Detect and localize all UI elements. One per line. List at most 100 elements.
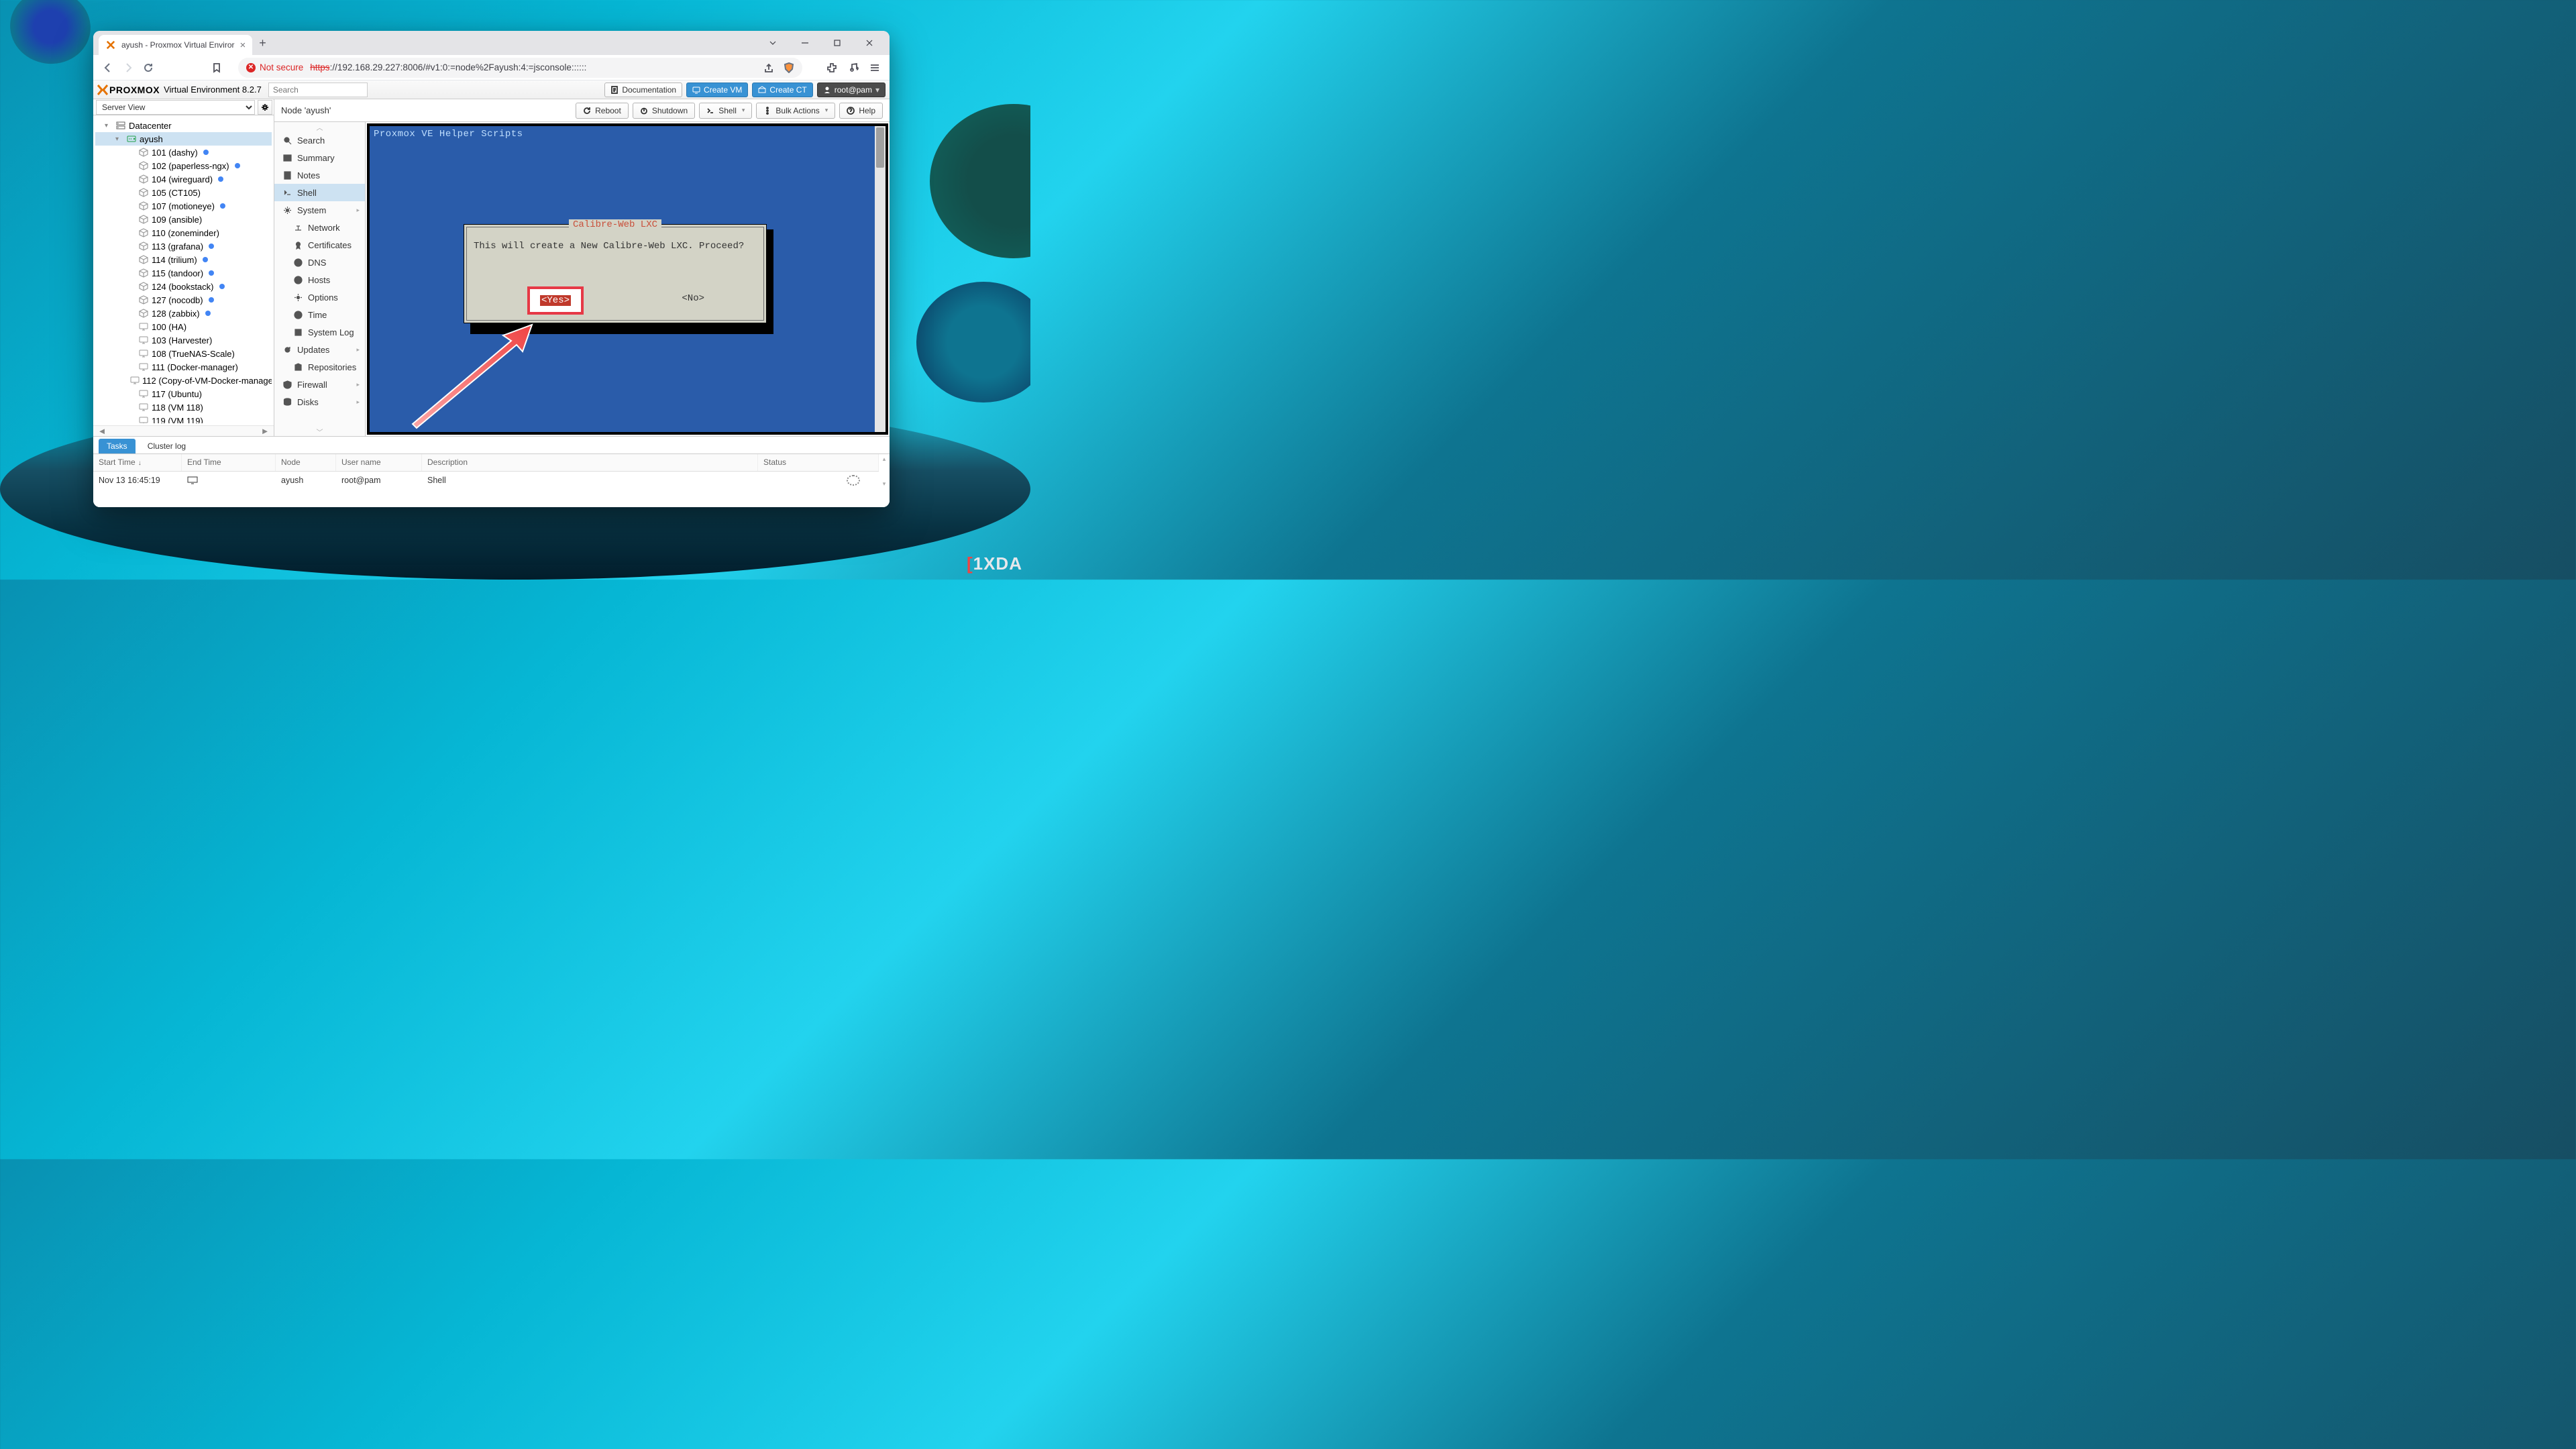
col-user[interactable]: User name xyxy=(336,454,422,471)
menu-shell[interactable]: Shell xyxy=(274,184,365,201)
tab-close-icon[interactable]: × xyxy=(240,40,246,51)
menu-repos[interactable]: Repositories xyxy=(274,358,365,376)
running-dot-icon xyxy=(203,257,208,262)
menu-certificates[interactable]: Certificates xyxy=(274,236,365,254)
menu-dns[interactable]: DNS xyxy=(274,254,365,271)
reboot-button[interactable]: Reboot xyxy=(576,103,629,119)
col-description[interactable]: Description xyxy=(422,454,758,471)
not-secure-badge[interactable]: ✕ Not secure xyxy=(246,62,303,72)
lxc-icon xyxy=(138,254,149,265)
proxmox-logo[interactable]: PROXMOX Virtual Environment 8.2.7 xyxy=(97,85,262,95)
tree-item[interactable]: 108 (TrueNAS-Scale) xyxy=(95,347,272,360)
col-start-time[interactable]: Start Time↓ xyxy=(93,454,182,471)
dialog-no-button[interactable]: <No> xyxy=(682,293,704,304)
view-select[interactable]: Server View xyxy=(96,100,255,115)
xda-watermark: [1XDA xyxy=(967,553,1022,574)
tab-cluster-log[interactable]: Cluster log xyxy=(140,439,194,453)
bulk-actions-button[interactable]: Bulk Actions▾ xyxy=(756,103,835,119)
tree-item[interactable]: 102 (paperless-ngx) xyxy=(95,159,272,172)
share-icon[interactable] xyxy=(763,62,774,73)
help-button[interactable]: Help xyxy=(839,103,883,119)
tab-tasks[interactable]: Tasks xyxy=(99,439,136,453)
tree-settings-button[interactable] xyxy=(258,100,272,115)
create-vm-button[interactable]: Create VM xyxy=(686,83,748,97)
menu-hosts[interactable]: Hosts xyxy=(274,271,365,288)
extensions-icon[interactable] xyxy=(826,62,837,73)
header-search[interactable] xyxy=(268,83,368,97)
console-scrollbar[interactable] xyxy=(875,126,885,432)
running-dot-icon xyxy=(203,150,209,155)
user-menu-button[interactable]: root@pam ▾ xyxy=(817,83,885,97)
menu-syslog[interactable]: System Log xyxy=(274,323,365,341)
dialog-yes-button[interactable]: <Yes> xyxy=(540,295,571,306)
documentation-button[interactable]: Documentation xyxy=(604,83,682,97)
create-ct-button[interactable]: Create CT xyxy=(752,83,812,97)
menu-time[interactable]: Time xyxy=(274,306,365,323)
menu-network[interactable]: Network xyxy=(274,219,365,236)
menu-updates[interactable]: Updates▸ xyxy=(274,341,365,358)
tree-item[interactable]: 112 (Copy-of-VM-Docker-manager) xyxy=(95,374,272,387)
task-row[interactable]: Nov 13 16:45:19 ayush root@pam Shell xyxy=(93,472,879,489)
tree-item[interactable]: 103 (Harvester) xyxy=(95,333,272,347)
tree-item[interactable]: 128 (zabbix) xyxy=(95,307,272,320)
col-node[interactable]: Node xyxy=(276,454,336,471)
window-maximize-button[interactable] xyxy=(822,33,852,53)
bookmark-icon[interactable] xyxy=(211,62,222,73)
browser-tab[interactable]: ayush - Proxmox Virtual Enviror × xyxy=(99,35,252,55)
tree-item[interactable]: 110 (zoneminder) xyxy=(95,226,272,239)
shell-button[interactable]: Shell▾ xyxy=(699,103,752,119)
tree-item[interactable]: 118 (VM 118) xyxy=(95,400,272,414)
menu-options[interactable]: Options xyxy=(274,288,365,306)
tree-item[interactable]: 124 (bookstack) xyxy=(95,280,272,293)
tree-node-ayush[interactable]: ▾ayush xyxy=(95,132,272,146)
tree-item[interactable]: 119 (VM 119) xyxy=(95,414,272,423)
tree-item[interactable]: 115 (tandoor) xyxy=(95,266,272,280)
search-icon xyxy=(282,136,292,145)
dialog-box: Calibre-Web LXC This will create a New C… xyxy=(464,224,767,323)
music-icon[interactable] xyxy=(848,62,859,73)
shutdown-button[interactable]: Shutdown xyxy=(633,103,695,119)
terminal[interactable]: Proxmox VE Helper Scripts Calibre-Web LX… xyxy=(370,126,875,432)
menu-system[interactable]: System▸ xyxy=(274,201,365,219)
menu-notes[interactable]: Notes xyxy=(274,166,365,184)
network-icon xyxy=(293,223,303,232)
new-tab-button[interactable]: + xyxy=(259,36,266,50)
tree-item[interactable]: 127 (nocodb) xyxy=(95,293,272,307)
tree-item[interactable]: 107 (motioneye) xyxy=(95,199,272,213)
col-end-time[interactable]: End Time xyxy=(182,454,276,471)
tree-item[interactable]: 117 (Ubuntu) xyxy=(95,387,272,400)
tree-datacenter[interactable]: ▾Datacenter xyxy=(95,119,272,132)
back-button[interactable] xyxy=(103,62,113,73)
tree-item[interactable]: 114 (trilium) xyxy=(95,253,272,266)
menu-firewall[interactable]: Firewall▸ xyxy=(274,376,365,393)
tree-item[interactable]: 100 (HA) xyxy=(95,320,272,333)
search-input[interactable] xyxy=(268,83,368,97)
tree-item[interactable]: 104 (wireguard) xyxy=(95,172,272,186)
tree-item[interactable]: 113 (grafana) xyxy=(95,239,272,253)
tree-item[interactable]: 111 (Docker-manager) xyxy=(95,360,272,374)
lxc-icon xyxy=(138,308,149,319)
menu-scroll-up-icon[interactable]: ︿ xyxy=(274,122,365,131)
tree-hscroll[interactable]: ◄► xyxy=(93,425,274,436)
tab-title: ayush - Proxmox Virtual Enviror xyxy=(121,40,235,50)
tree-item[interactable]: 105 (CT105) xyxy=(95,186,272,199)
reload-button[interactable] xyxy=(143,62,154,73)
url-box[interactable]: ✕ Not secure https://192.168.29.227:8006… xyxy=(238,58,802,78)
menu-search[interactable]: Search xyxy=(274,131,365,149)
window-close-button[interactable] xyxy=(855,33,884,53)
menu-icon[interactable] xyxy=(869,62,880,73)
menu-scroll-down-icon[interactable]: ﹀ xyxy=(274,427,365,436)
task-scroll[interactable]: ▴▾ xyxy=(879,454,890,489)
tree-item[interactable]: 109 (ansible) xyxy=(95,213,272,226)
resource-tree[interactable]: ▾Datacenter▾ayush101 (dashy)102 (paperle… xyxy=(95,117,272,423)
lxc-icon xyxy=(138,214,149,225)
chevron-down-icon[interactable] xyxy=(758,33,788,53)
tree-item[interactable]: 101 (dashy) xyxy=(95,146,272,159)
window-minimize-button[interactable] xyxy=(790,33,820,53)
node-title: Node 'ayush' xyxy=(281,105,331,115)
menu-disks[interactable]: Disks▸ xyxy=(274,393,365,411)
col-status[interactable]: Status xyxy=(758,454,879,471)
brave-shield-icon[interactable] xyxy=(784,62,794,73)
forward-button[interactable] xyxy=(123,62,133,73)
menu-summary[interactable]: Summary xyxy=(274,149,365,166)
